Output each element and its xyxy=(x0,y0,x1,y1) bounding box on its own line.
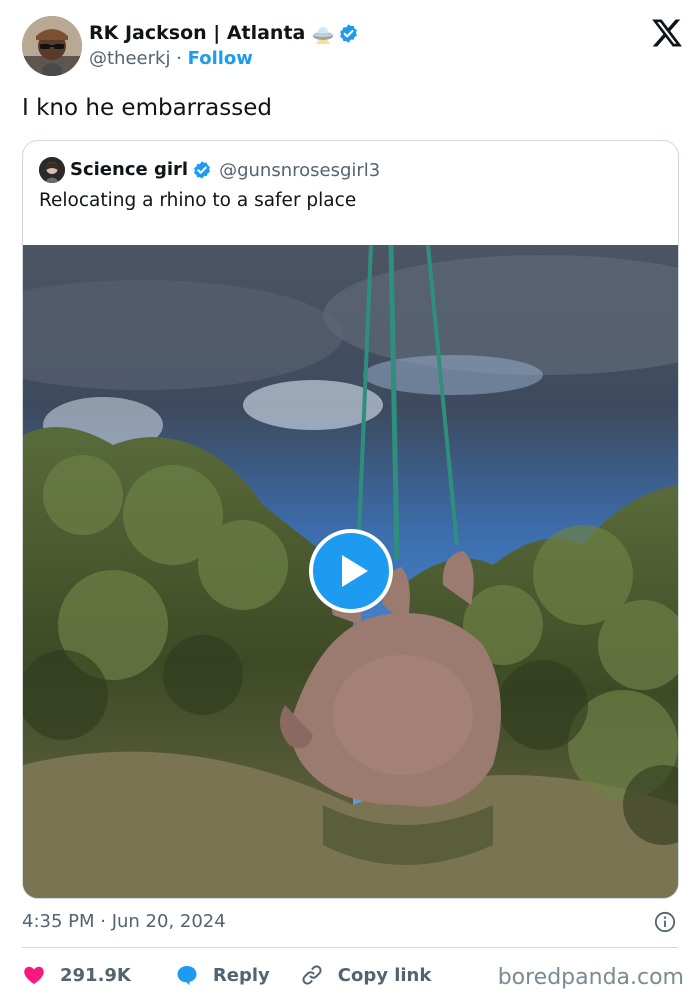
quoted-author-handle: @gunsnrosesgirl3 xyxy=(219,159,381,181)
ufo-emoji-icon xyxy=(312,22,334,44)
verified-badge-icon xyxy=(338,23,359,44)
tweet-text: I kno he embarrassed xyxy=(22,95,272,121)
video-thumbnail[interactable] xyxy=(23,245,678,898)
tweet-meta: 4:35 PM · Jun 20, 2024 xyxy=(22,909,678,935)
author-avatar[interactable] xyxy=(22,16,82,76)
author-handle[interactable]: @theerkj xyxy=(89,48,170,69)
action-bar: 291.9K Reply Copy link xyxy=(22,960,431,990)
divider xyxy=(22,947,678,948)
play-button[interactable] xyxy=(309,529,393,613)
heart-icon xyxy=(24,966,44,984)
copy-link-label: Copy link xyxy=(337,964,432,986)
link-icon xyxy=(302,965,322,985)
like-count: 291.9K xyxy=(60,964,131,986)
follow-button[interactable]: Follow xyxy=(188,48,253,69)
x-logo-icon[interactable] xyxy=(652,18,682,48)
separator-dot: · xyxy=(176,48,188,69)
verified-badge-icon xyxy=(192,160,212,180)
tweet-header: RK Jackson | Atlanta @theerkj · Follow xyxy=(22,16,682,78)
watermark: boredpanda.com xyxy=(497,965,684,990)
quoted-tweet-card[interactable]: Science girl @gunsnrosesgirl3 Relocating… xyxy=(22,140,679,899)
quoted-author-avatar xyxy=(39,157,65,183)
quoted-tweet-text: Relocating a rhino to a safer place xyxy=(39,190,357,211)
reply-bubble-icon xyxy=(177,966,197,986)
timestamp[interactable]: 4:35 PM · Jun 20, 2024 xyxy=(22,911,226,932)
info-icon[interactable] xyxy=(654,911,676,933)
author-name[interactable]: RK Jackson | Atlanta xyxy=(89,21,305,45)
reply-button[interactable]: Reply xyxy=(175,963,270,987)
quoted-author-name: Science girl xyxy=(70,159,189,180)
play-icon xyxy=(342,555,368,587)
author-info: RK Jackson | Atlanta @theerkj · Follow xyxy=(89,21,359,71)
reply-label: Reply xyxy=(212,964,270,986)
like-button[interactable]: 291.9K xyxy=(22,963,131,987)
quoted-tweet-header: Science girl @gunsnrosesgirl3 xyxy=(39,157,380,183)
copy-link-button[interactable]: Copy link xyxy=(300,963,432,987)
